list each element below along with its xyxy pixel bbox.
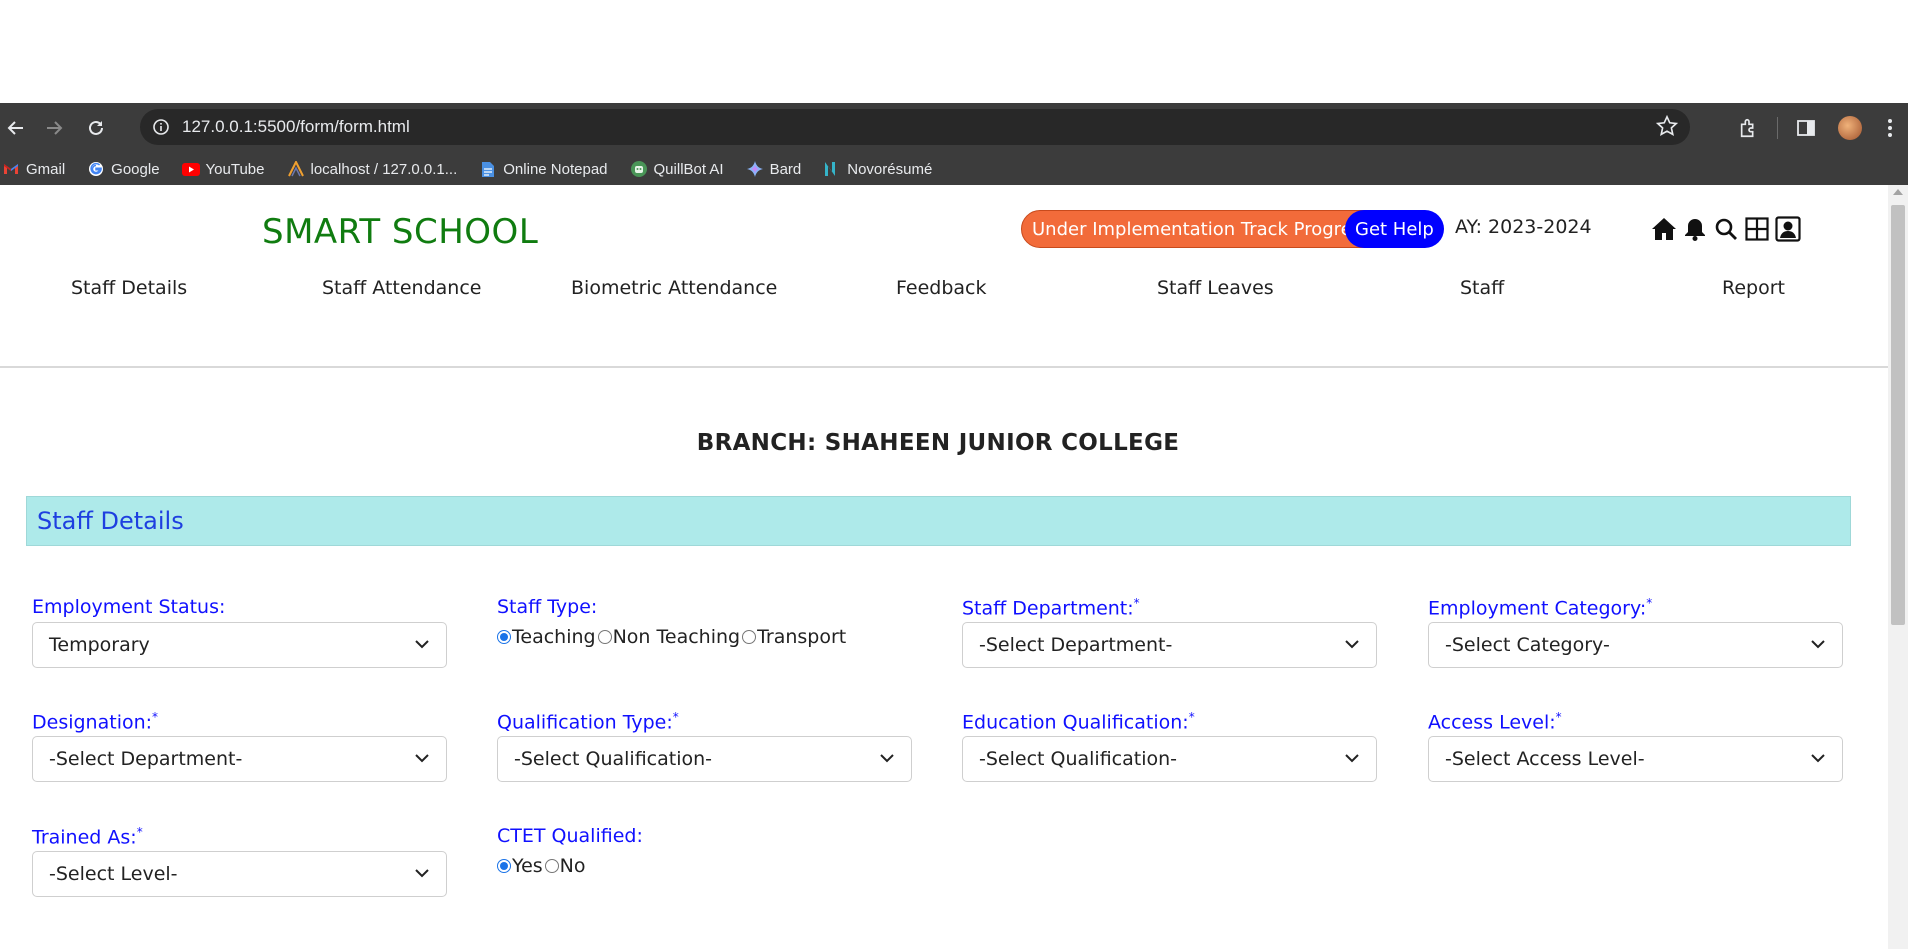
header-icon-group xyxy=(1650,215,1801,243)
designation-select[interactable]: -Select Department- xyxy=(32,736,447,782)
youtube-icon xyxy=(181,160,200,178)
grid-icon[interactable] xyxy=(1743,215,1770,243)
nav-staff-details[interactable]: Staff Details xyxy=(71,277,187,299)
chevron-down-icon xyxy=(1345,640,1359,649)
bookmark-star-icon[interactable] xyxy=(1655,114,1679,142)
chevron-down-icon xyxy=(415,869,429,878)
nav-feedback[interactable]: Feedback xyxy=(896,277,986,299)
employment-status-select[interactable]: Temporary xyxy=(32,622,447,668)
notepad-icon xyxy=(479,160,497,178)
nav-staff-attendance[interactable]: Staff Attendance xyxy=(322,277,481,299)
ctet-radio-group: Yes No xyxy=(497,855,588,877)
staff-type-radio-group: Teaching Non Teaching Transport xyxy=(497,626,848,648)
side-panel-icon[interactable] xyxy=(1784,108,1828,148)
main-nav: Staff Details Staff Attendance Biometric… xyxy=(0,277,1888,317)
bookmark-online-notepad[interactable]: Online Notepad xyxy=(479,160,608,178)
staff-type-transport[interactable]: Transport xyxy=(742,626,846,648)
nav-biometric-attendance[interactable]: Biometric Attendance xyxy=(571,277,777,299)
nav-staff[interactable]: Staff xyxy=(1460,277,1504,299)
chevron-down-icon xyxy=(1811,754,1825,763)
radio-selected[interactable] xyxy=(497,630,511,644)
chevron-down-icon xyxy=(880,754,894,763)
forward-button[interactable] xyxy=(32,108,76,148)
bell-icon[interactable] xyxy=(1681,215,1708,243)
home-icon[interactable] xyxy=(1650,215,1677,243)
chevron-down-icon xyxy=(1811,640,1825,649)
qualification-type-select[interactable]: -Select Qualification- xyxy=(497,736,912,782)
track-progress-button[interactable]: Under Implementation Track Progress xyxy=(1021,210,1382,248)
forward-arrow-icon xyxy=(47,121,63,135)
chevron-down-icon xyxy=(1345,754,1359,763)
user-icon[interactable] xyxy=(1774,215,1801,243)
employment-category-select[interactable]: -Select Category- xyxy=(1428,622,1843,668)
radio-unselected[interactable] xyxy=(597,630,612,644)
ctet-no[interactable]: No xyxy=(544,855,586,877)
access-level-label: Access Level:* xyxy=(1428,710,1562,734)
get-help-button[interactable]: Get Help xyxy=(1345,210,1444,248)
phpmyadmin-icon xyxy=(287,160,305,178)
reload-icon xyxy=(89,120,103,135)
page-content: SMART SCHOOL Under Implementation Track … xyxy=(0,185,1888,949)
scroll-up-arrow-icon[interactable] xyxy=(1893,189,1903,195)
browser-toolbar: 127.0.0.1:5500/form/form.html xyxy=(0,103,1908,153)
bookmark-localhost[interactable]: localhost / 127.0.0.1... xyxy=(287,160,457,178)
trained-as-select[interactable]: -Select Level- xyxy=(32,851,447,897)
access-level-select[interactable]: -Select Access Level- xyxy=(1428,736,1843,782)
extensions-icon[interactable] xyxy=(1727,108,1771,148)
radio-unselected[interactable] xyxy=(544,859,559,873)
ctet-yes[interactable]: Yes xyxy=(497,855,543,877)
toolbar-divider xyxy=(1777,117,1778,139)
staff-type-teaching[interactable]: Teaching xyxy=(497,626,596,648)
section-header: Staff Details xyxy=(26,496,1851,546)
profile-avatar[interactable] xyxy=(1828,108,1872,148)
ctet-qualified-label: CTET Qualified: xyxy=(497,825,643,847)
scroll-thumb[interactable] xyxy=(1891,205,1905,625)
bookmark-bard[interactable]: Bard xyxy=(746,160,801,178)
search-icon[interactable] xyxy=(1712,215,1739,243)
bard-icon xyxy=(746,160,764,178)
brand-title[interactable]: SMART SCHOOL xyxy=(262,212,538,252)
more-menu-icon[interactable] xyxy=(1872,108,1908,148)
bookmark-quillbot[interactable]: QuillBot AI xyxy=(630,160,724,178)
chevron-down-icon xyxy=(415,640,429,649)
education-qualification-label: Education Qualification:* xyxy=(962,710,1195,734)
radio-unselected[interactable] xyxy=(742,630,757,644)
staff-department-select[interactable]: -Select Department- xyxy=(962,622,1377,668)
staff-department-label: Staff Department:* xyxy=(962,596,1140,620)
bookmarks-bar: Gmail Google YouTube localhost / 127.0.0… xyxy=(0,153,1908,185)
quillbot-icon xyxy=(630,160,648,178)
employment-category-label: Employment Category:* xyxy=(1428,596,1653,620)
staff-type-non-teaching[interactable]: Non Teaching xyxy=(597,626,740,648)
chevron-down-icon xyxy=(415,754,429,763)
radio-selected[interactable] xyxy=(497,859,511,873)
employment-status-label: Employment Status: xyxy=(32,596,226,618)
qualification-type-label: Qualification Type:* xyxy=(497,710,679,734)
address-bar[interactable]: 127.0.0.1:5500/form/form.html xyxy=(140,109,1690,145)
bookmark-google[interactable]: Google xyxy=(87,160,160,178)
nav-report[interactable]: Report xyxy=(1722,277,1785,299)
nav-staff-leaves[interactable]: Staff Leaves xyxy=(1157,277,1274,299)
site-info-icon[interactable] xyxy=(148,114,174,140)
back-arrow-icon xyxy=(7,121,23,135)
nav-divider xyxy=(0,366,1888,368)
page-scrollbar[interactable] xyxy=(1888,185,1908,949)
url-text: 127.0.0.1:5500/form/form.html xyxy=(182,117,410,136)
trained-as-label: Trained As:* xyxy=(32,825,143,849)
novoresume-icon xyxy=(823,160,841,178)
bookmark-gmail[interactable]: Gmail xyxy=(2,160,65,178)
branch-title: BRANCH: SHAHEEN JUNIOR COLLEGE xyxy=(696,430,1180,456)
back-button[interactable] xyxy=(0,108,32,148)
gmail-icon xyxy=(2,160,20,178)
bookmark-novoresume[interactable]: Novorésumé xyxy=(823,160,932,178)
section-title: Staff Details xyxy=(37,507,184,535)
education-qualification-select[interactable]: -Select Qualification- xyxy=(962,736,1377,782)
google-icon xyxy=(87,160,105,178)
bookmark-youtube[interactable]: YouTube xyxy=(181,160,265,178)
browser-actions xyxy=(1727,103,1908,153)
staff-type-label: Staff Type: xyxy=(497,596,598,618)
reload-button[interactable] xyxy=(76,108,116,148)
designation-label: Designation:* xyxy=(32,710,159,734)
blank-top-area xyxy=(0,0,1908,103)
academic-year: AY: 2023-2024 xyxy=(1455,216,1592,238)
